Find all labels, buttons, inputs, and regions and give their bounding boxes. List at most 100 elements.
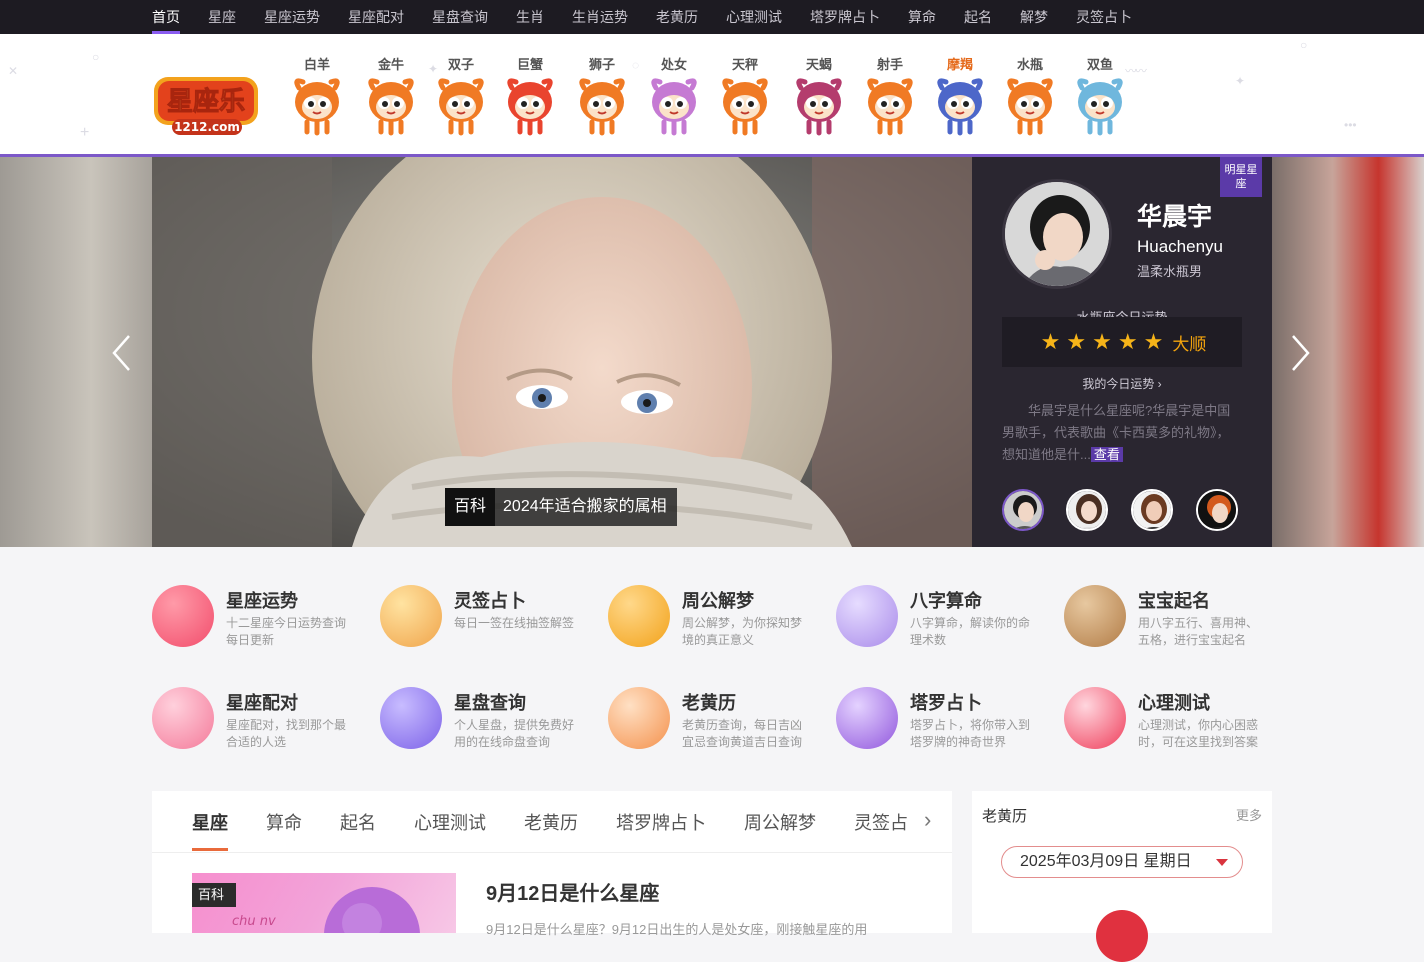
zodiac-item[interactable]: 白羊	[287, 56, 347, 142]
zodiac-mascot-icon	[796, 78, 842, 136]
service-title: 星盘查询	[454, 693, 526, 713]
banner-caption-text: 2024年适合搬家的属相	[503, 498, 667, 515]
zodiac-item[interactable]: 巨蟹	[500, 56, 560, 142]
celebrity-star-panel: 明星星座 华晨宇 Huachenyu 温柔水瓶男 水瓶座今日运势 ★★★★★ 大…	[972, 157, 1272, 547]
content-tab[interactable]: 星座	[192, 809, 228, 851]
content-tab[interactable]: 起名	[340, 809, 376, 835]
service-item[interactable]: 八字算命 八字算命，解读你的命理术数	[836, 585, 1064, 651]
content-tab[interactable]: 算命	[266, 809, 302, 835]
service-desc: 用八字五行、喜用神、五格，进行宝宝起名	[1138, 616, 1259, 647]
article-title[interactable]: 9月12日是什么星座	[486, 877, 659, 906]
zodiac-item[interactable]: 金牛	[361, 56, 421, 142]
zodiac-label: 白羊	[303, 57, 330, 72]
service-item[interactable]: 老黄历 老黄历查询，每日吉凶宜忌查询黄道吉日查询	[608, 687, 836, 753]
service-title: 心理测试	[1138, 693, 1210, 713]
star-icon: ★	[1117, 329, 1138, 354]
top-navigation: 首页 星座 星座运势 星座配对 星盘查询 生肖 生肖运势 老黄历 心理测试 塔罗牌占卜 算命 起名 解梦…	[0, 0, 1424, 34]
content-tab[interactable]: 周公解梦	[744, 809, 816, 835]
service-icon	[608, 585, 670, 647]
zodiac-mascot-icon	[368, 78, 414, 136]
service-icon	[152, 585, 214, 647]
zodiac-item[interactable]: 水瓶	[1000, 56, 1060, 142]
zodiac-item[interactable]: 双子	[431, 56, 491, 142]
topnav-item[interactable]: 首页	[152, 0, 180, 34]
zodiac-item[interactable]: 天蝎	[789, 56, 849, 142]
logo-subtext: 1212.com	[174, 120, 240, 134]
topnav-item[interactable]: 星座配对	[348, 0, 404, 34]
celebrity-intro-more-link[interactable]: 查看	[1090, 447, 1123, 462]
star-icon: ★	[1040, 329, 1061, 354]
site-logo[interactable]: 星座乐 1212.com	[152, 71, 262, 137]
almanac-date-select[interactable]: 2025年03月09日 星期日	[1001, 846, 1243, 878]
zodiac-mascot-icon	[651, 78, 697, 136]
service-icon	[152, 687, 214, 749]
topnav-item[interactable]: 老黄历	[656, 0, 698, 34]
zodiac-label: 水瓶	[1016, 57, 1043, 72]
service-icon	[836, 585, 898, 647]
topnav-item[interactable]: 算命	[908, 0, 936, 34]
topnav-item[interactable]: 星盘查询	[432, 0, 488, 34]
zodiac-mascot-icon	[937, 78, 983, 136]
almanac-more-link[interactable]: 更多	[1236, 805, 1262, 824]
chevron-right-icon[interactable]	[1290, 333, 1312, 373]
zodiac-label: 金牛	[377, 57, 404, 72]
zodiac-item[interactable]: 天秤	[715, 56, 775, 142]
service-item[interactable]: 心理测试 心理测试，你内心困惑时，可在这里找到答案	[1064, 687, 1292, 753]
chevron-right-icon[interactable]: ›	[924, 807, 931, 833]
content-tab[interactable]: 塔罗牌占卜	[616, 809, 706, 835]
zodiac-item[interactable]: 狮子	[572, 56, 632, 142]
star-icon: ★	[1092, 329, 1112, 354]
celebrity-thumb-3[interactable]	[1131, 489, 1173, 531]
service-title: 星座运势	[226, 591, 298, 611]
celebrity-thumb-4[interactable]	[1196, 489, 1238, 531]
content-tab[interactable]: 灵签占	[854, 809, 908, 835]
service-title: 周公解梦	[682, 591, 754, 611]
service-desc: 每日一签在线抽签解签	[454, 616, 575, 630]
zodiac-label: 天蝎	[805, 57, 832, 72]
topnav-item[interactable]: 解梦	[1020, 0, 1048, 34]
content-tab[interactable]: 心理测试	[414, 809, 486, 835]
logo-text: 星座乐	[167, 86, 245, 117]
service-desc: 周公解梦，为你探知梦境的真正意义	[682, 616, 803, 647]
zodiac-mascot-icon	[722, 78, 768, 136]
service-title: 老黄历	[682, 693, 736, 713]
celebrity-thumb-2[interactable]	[1066, 489, 1108, 531]
article-thumbnail[interactable]: chu nv 百科	[192, 873, 456, 933]
star-icon: ★	[1066, 329, 1087, 354]
service-title: 星座配对	[226, 693, 298, 713]
topnav-item[interactable]: 塔罗牌占卜	[810, 0, 880, 34]
celebrity-description: 温柔水瓶男	[1137, 264, 1203, 279]
topnav-item[interactable]: 灵签占卜	[1076, 0, 1132, 34]
content-tab[interactable]: 老黄历	[524, 809, 578, 835]
almanac-panel: 老黄历 更多 2025年03月09日 星期日	[972, 791, 1272, 962]
topnav-item[interactable]: 起名	[964, 0, 992, 34]
chevron-left-icon[interactable]	[110, 333, 132, 373]
topnav-item[interactable]: 生肖	[516, 0, 544, 34]
service-item[interactable]: 宝宝起名 用八字五行、喜用神、五格，进行宝宝起名	[1064, 585, 1292, 651]
service-item[interactable]: 星座配对 星座配对，找到那个最合适的人选	[152, 687, 380, 753]
service-item[interactable]: 周公解梦周公解梦，为你探知梦境的真正意义	[608, 585, 836, 651]
service-item[interactable]: 灵签占卜 每日一签在线抽签解签	[380, 585, 608, 651]
almanac-title: 老黄历	[982, 808, 1028, 825]
fortune-level: 大顺	[1172, 334, 1207, 354]
zodiac-item[interactable]: 射手	[860, 56, 920, 142]
zodiac-item[interactable]: 摩羯	[930, 56, 990, 142]
service-item[interactable]: 星座运势 十二星座今日运势查询每日更新	[152, 585, 380, 651]
service-icon	[1064, 687, 1126, 749]
service-item[interactable]: 星盘查询 个人星盘，提供免费好用的在线命盘查询	[380, 687, 608, 753]
zodiac-item[interactable]: 处女	[644, 56, 704, 142]
topnav-item[interactable]: 星座运势	[264, 0, 320, 34]
topnav-item[interactable]: 生肖运势	[572, 0, 628, 34]
zodiac-mascot-icon	[867, 78, 913, 136]
service-item[interactable]: 塔罗占卜 塔罗占卜，将你带入到塔罗牌的神奇世界	[836, 687, 1064, 753]
celebrity-thumb-1[interactable]	[1002, 489, 1044, 531]
my-today-fortune-link[interactable]: 我的今日运势 ›	[972, 375, 1272, 392]
celebrity-avatar[interactable]	[1002, 179, 1112, 289]
celebrity-pinyin: Huachenyu	[1137, 237, 1224, 256]
caret-down-icon	[1216, 859, 1228, 866]
topnav-item[interactable]: 心理测试	[726, 0, 782, 34]
zodiac-item[interactable]: 双鱼	[1070, 56, 1130, 142]
banner-caption[interactable]: 百科 2024年适合搬家的属相	[445, 488, 677, 526]
topnav-item[interactable]: 星座	[208, 0, 236, 34]
banner-main-image[interactable]: 百科 2024年适合搬家的属相	[152, 157, 972, 547]
